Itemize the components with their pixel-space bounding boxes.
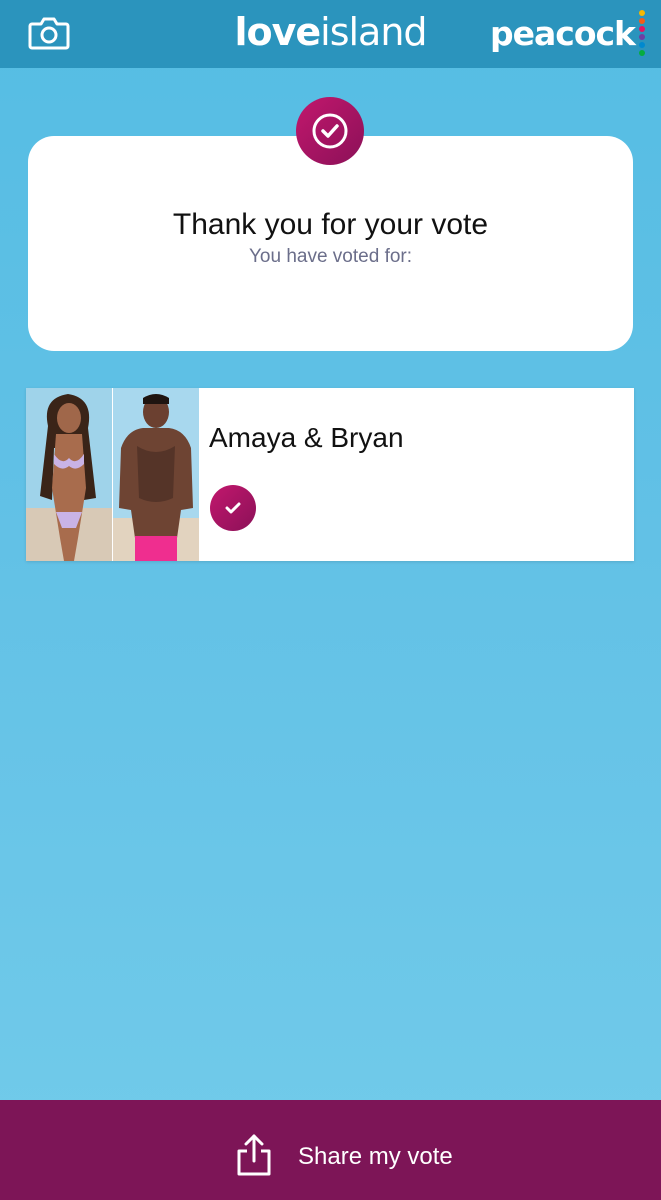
checkmark-icon [312,113,348,149]
confirmation-subtitle: You have voted for: [248,246,413,267]
selected-check-badge [210,485,256,531]
voted-couple-card[interactable]: Amaya & Bryan [26,388,634,561]
brand-dot [639,26,645,32]
share-vote-label: Share my vote [298,1143,453,1170]
logo-island-text: island [320,10,427,54]
vote-confirmation-card: Thank you for your vote You have voted f… [28,136,633,351]
checkmark-icon [225,502,241,514]
vote-confirmed-badge [296,97,364,165]
couple-name: Amaya & Bryan [209,422,404,453]
logo-love-text: love [234,10,321,54]
share-vote-button[interactable]: Share my vote [0,1100,661,1200]
brand-dot [639,42,645,48]
share-icon [237,1134,271,1176]
brand-dot [639,34,645,40]
peacock-dots-icon [639,10,647,58]
app-header: loveisland peacock [0,0,661,68]
contestant-photo-bryan [113,388,199,561]
brand-dot [639,18,645,24]
confirmation-title: Thank you for your vote [172,208,489,241]
brand-dot [639,10,645,16]
brand-dot [639,50,645,56]
peacock-logo: peacock [489,14,636,53]
contestant-photo-amaya [26,388,112,561]
